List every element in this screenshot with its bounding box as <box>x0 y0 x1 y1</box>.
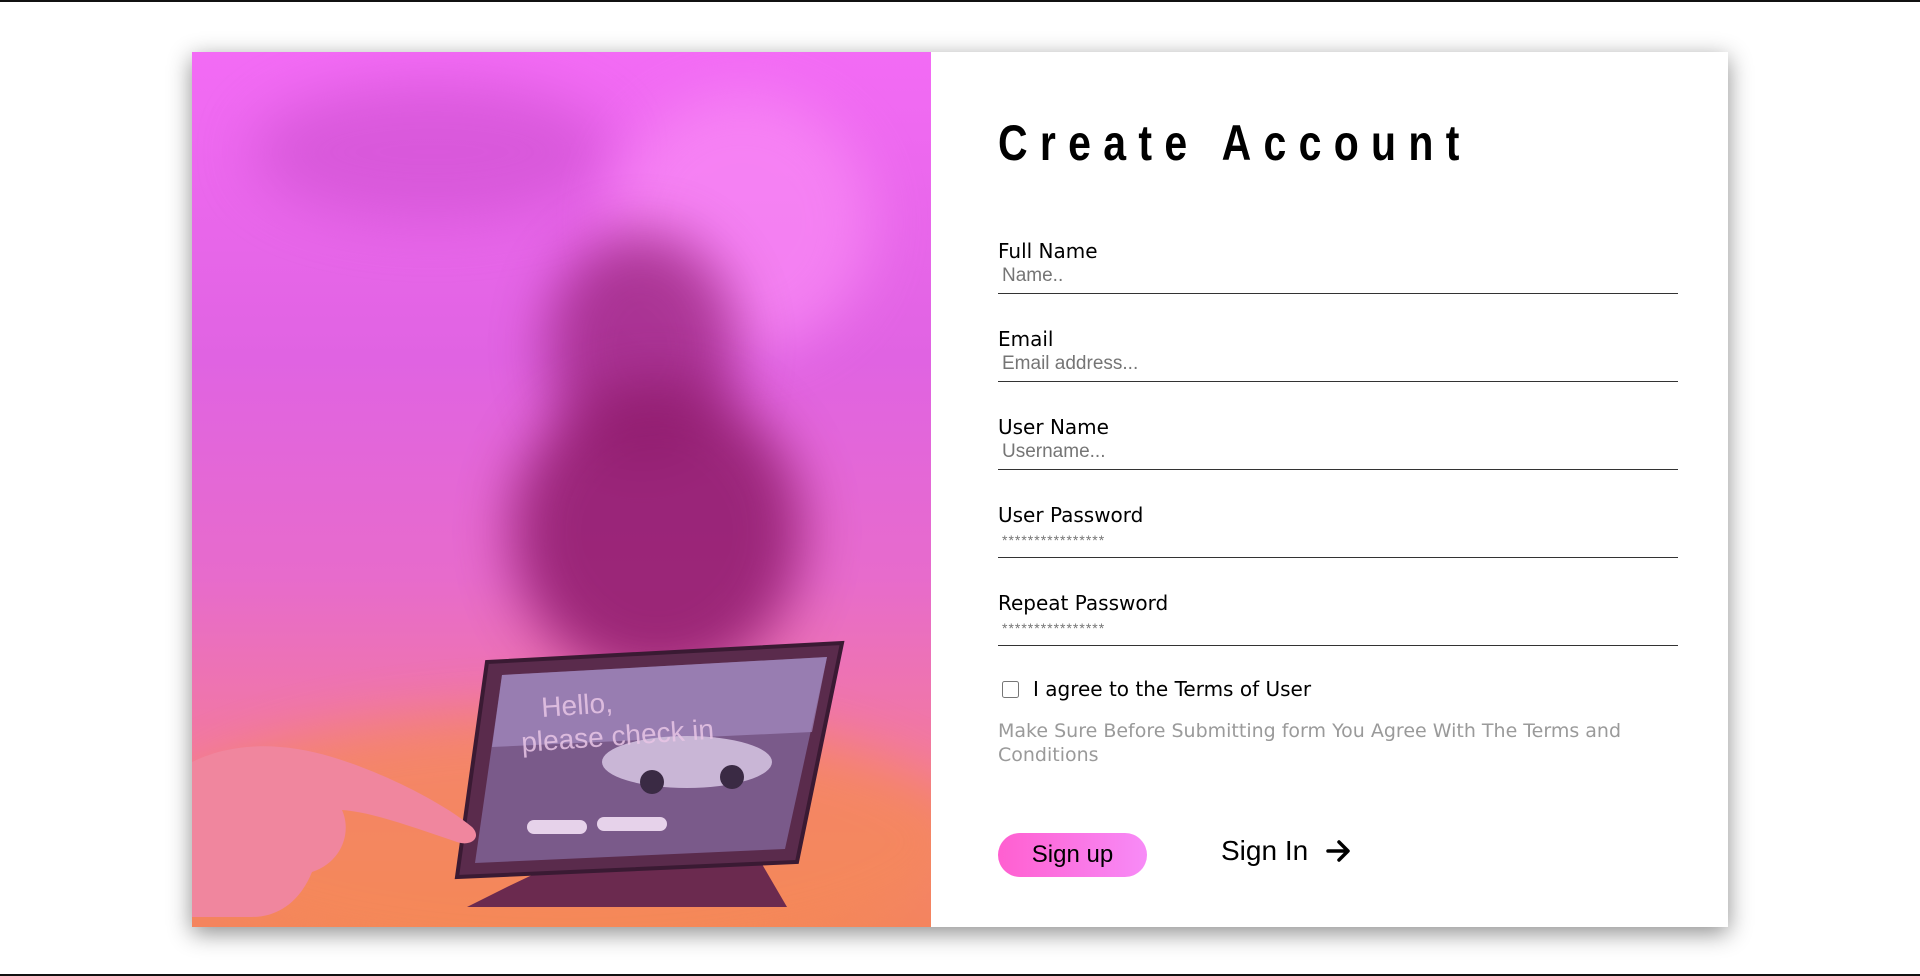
signin-label: Sign In <box>1221 835 1309 866</box>
username-label: User Name <box>998 415 1109 439</box>
terms-note: Make Sure Before Submitting form You Agr… <box>998 720 1622 766</box>
signup-button[interactable]: Sign up <box>998 833 1147 877</box>
terms-checkbox[interactable] <box>1002 680 1019 698</box>
email-label: Email <box>998 327 1054 351</box>
car-wheel <box>720 765 744 789</box>
background-shelf <box>252 82 612 222</box>
terms-label: I agree to the Terms of User <box>1033 677 1312 701</box>
password-field: User Password <box>998 503 1678 558</box>
email-input[interactable] <box>998 351 1678 382</box>
full-name-field: Full Name <box>998 239 1678 294</box>
hand-shape <box>192 746 477 917</box>
full-name-label: Full Name <box>998 239 1098 263</box>
car-wheel <box>640 770 664 794</box>
tablet-button <box>597 817 667 831</box>
username-input[interactable] <box>998 439 1678 470</box>
password-input[interactable] <box>998 527 1678 558</box>
repeat-password-label: Repeat Password <box>998 591 1169 615</box>
full-name-input[interactable] <box>998 263 1678 294</box>
password-label: User Password <box>998 503 1144 527</box>
hero-image: Hello, please check in <box>192 52 931 927</box>
page-title: Create Account <box>998 115 1472 171</box>
arrow-right-icon <box>1326 839 1352 863</box>
hand-illustration <box>192 746 477 917</box>
tablet-greeting: Hello, <box>540 687 614 723</box>
repeat-password-input[interactable] <box>998 615 1678 646</box>
signin-link[interactable]: Sign In <box>1221 835 1352 867</box>
username-field: User Name <box>998 415 1678 470</box>
top-border <box>0 0 1920 2</box>
email-field: Email <box>998 327 1678 382</box>
repeat-password-field: Repeat Password <box>998 591 1678 646</box>
signup-form: Create Account Full Name Email User Name… <box>931 52 1728 927</box>
terms-agreement: I agree to the Terms of User <box>1002 677 1311 701</box>
tablet-button <box>527 820 587 834</box>
signup-card: Hello, please check in Create Account Fu… <box>192 52 1728 927</box>
